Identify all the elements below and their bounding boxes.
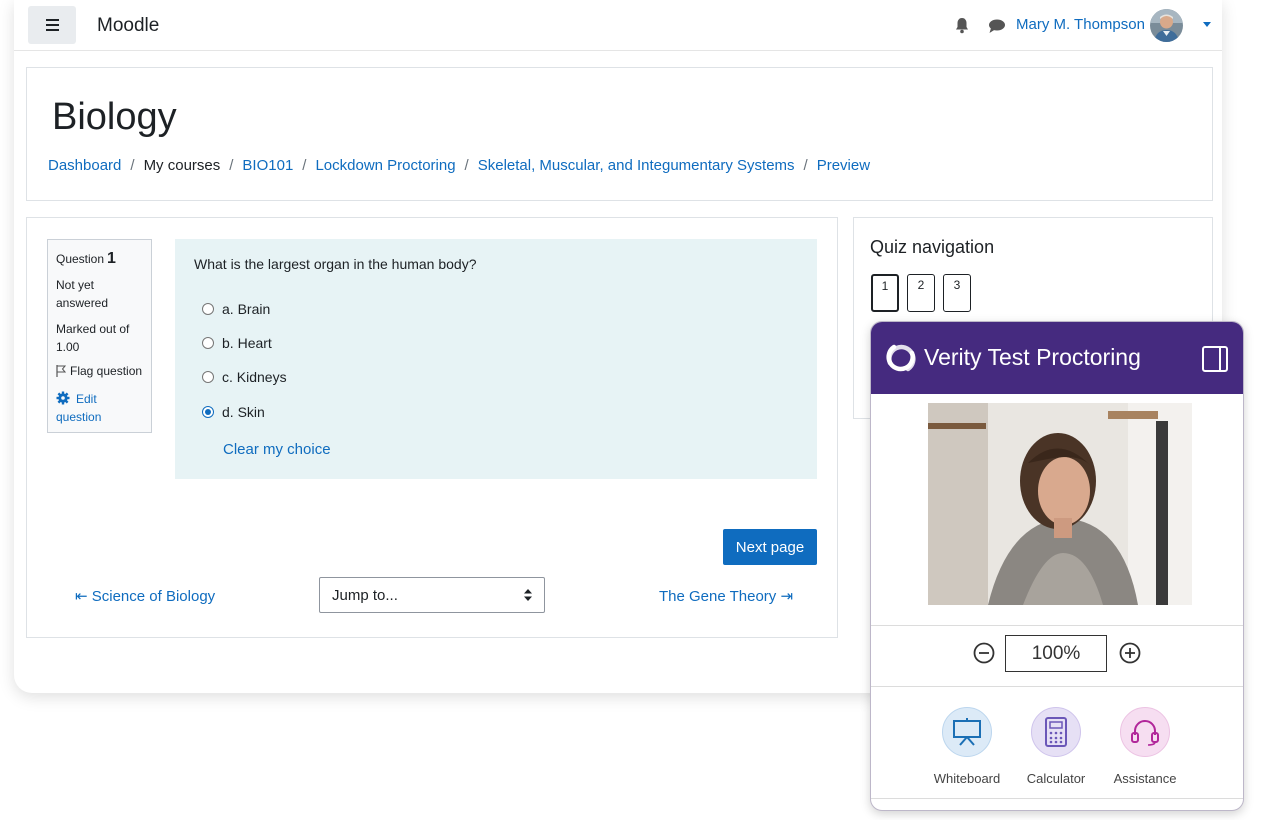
proctoring-title: Verity Test Proctoring	[924, 344, 1141, 370]
user-menu-caret-icon[interactable]	[1203, 22, 1211, 27]
divider	[871, 625, 1243, 626]
radio-button[interactable]	[202, 371, 214, 383]
calculator-icon	[1031, 707, 1081, 757]
assistance-label: Assistance	[1113, 771, 1177, 786]
divider	[871, 798, 1243, 799]
page-header: Biology Dashboard / My courses / BIO101 / Lock…	[26, 67, 1213, 201]
flag-question-label: Flag question	[70, 364, 143, 378]
quiz-question-region: Question 1 Not yet answered Marked out of…	[26, 217, 838, 638]
whiteboard-label: Whiteboard	[933, 771, 1001, 786]
option-label: Heart	[237, 335, 272, 351]
radio-button-selected[interactable]	[202, 406, 214, 418]
question-info-panel: Question 1 Not yet answered Marked out of…	[47, 239, 152, 433]
calculator-label: Calculator	[1026, 771, 1086, 786]
select-arrows-icon	[524, 589, 532, 601]
verity-logo-icon	[886, 344, 916, 372]
site-brand[interactable]: Moodle	[97, 15, 159, 37]
chat-icon[interactable]	[988, 18, 1006, 34]
option-label: Skin	[237, 404, 265, 420]
option-letter: d.	[222, 404, 234, 420]
edit-question-link[interactable]: Edit question	[56, 390, 136, 426]
breadcrumb-separator: /	[803, 157, 808, 174]
next-activity-label: The Gene Theory	[659, 588, 777, 605]
breadcrumb: Dashboard / My courses / BIO101 / Lockdown Pro…	[48, 157, 870, 174]
clear-choice-link[interactable]: Clear my choice	[223, 441, 331, 458]
zoom-in-icon[interactable]	[1119, 642, 1141, 664]
page-title: Biology	[52, 96, 177, 138]
zoom-level-field[interactable]: 100%	[1005, 635, 1107, 672]
calculator-tool-button[interactable]: Calculator	[1016, 707, 1096, 786]
question-state: Not yet answered	[56, 278, 109, 310]
headset-icon	[1120, 707, 1170, 757]
hamburger-icon	[45, 24, 59, 26]
answer-option-c[interactable]: c. Kidneys	[202, 369, 287, 385]
breadcrumb-quiz[interactable]: Skeletal, Muscular, and Integumentary Sy…	[478, 157, 795, 174]
breadcrumb-separator: /	[302, 157, 307, 174]
answer-option-d[interactable]: d. Skin	[202, 404, 265, 420]
radio-button[interactable]	[202, 303, 214, 315]
user-name-link[interactable]: Mary M. Thompson	[1016, 16, 1145, 33]
panel-toggle-icon[interactable]	[1202, 346, 1228, 372]
breadcrumb-section[interactable]: Lockdown Proctoring	[315, 157, 455, 174]
option-label: Brain	[237, 301, 271, 317]
flag-question-toggle[interactable]: Flag question	[56, 364, 142, 378]
breadcrumb-dashboard[interactable]: Dashboard	[48, 157, 121, 174]
top-navbar: Moodle Mary M. Thompson	[14, 0, 1222, 51]
webcam-feed-image	[928, 403, 1192, 605]
radio-button[interactable]	[202, 337, 214, 349]
question-grade: Marked out of 1.00	[56, 322, 130, 354]
proctoring-header: Verity Test Proctoring	[871, 322, 1243, 394]
assistance-tool-button[interactable]: Assistance	[1105, 707, 1185, 786]
question-content: What is the largest organ in the human b…	[175, 239, 817, 479]
quiz-nav-question-2[interactable]: 2	[907, 274, 935, 312]
breadcrumb-course[interactable]: BIO101	[242, 157, 293, 174]
previous-activity-label: Science of Biology	[91, 588, 216, 605]
answer-option-a[interactable]: a. Brain	[202, 301, 270, 317]
breadcrumb-preview[interactable]: Preview	[817, 157, 870, 174]
bell-icon[interactable]	[954, 17, 970, 34]
option-label: Kidneys	[236, 369, 287, 385]
question-text: What is the largest organ in the human b…	[194, 256, 477, 272]
jump-to-select[interactable]: Jump to...	[319, 577, 545, 613]
jump-to-value: Jump to...	[332, 587, 398, 604]
quiz-navigation-title: Quiz navigation	[870, 237, 995, 257]
avatar[interactable]	[1150, 9, 1183, 42]
zoom-out-icon[interactable]	[973, 642, 995, 664]
flag-icon	[56, 365, 67, 377]
breadcrumb-separator: /	[130, 157, 135, 174]
whiteboard-tool-button[interactable]: Whiteboard	[927, 707, 1007, 786]
question-number: Question 1	[56, 250, 116, 268]
arrow-right-icon: ⇥	[780, 588, 794, 605]
menu-toggle-button[interactable]	[28, 6, 76, 44]
breadcrumb-separator: /	[229, 157, 234, 174]
arrow-left-icon: ⇤	[75, 588, 88, 605]
breadcrumb-my-courses: My courses	[143, 157, 221, 174]
question-number-value: 1	[107, 250, 116, 267]
next-page-button[interactable]: Next page	[723, 529, 817, 565]
option-letter: b.	[222, 335, 234, 351]
next-activity-link[interactable]: The Gene Theory ⇥	[659, 587, 793, 605]
option-letter: a.	[222, 301, 234, 317]
previous-activity-link[interactable]: ⇤ Science of Biology	[75, 587, 215, 605]
whiteboard-icon	[942, 707, 992, 757]
option-letter: c.	[222, 369, 233, 385]
question-label: Question	[56, 252, 105, 266]
divider	[871, 686, 1243, 687]
quiz-nav-question-3[interactable]: 3	[943, 274, 971, 312]
proctoring-panel: Verity Test Proctoring 100% Whiteboard C…	[870, 321, 1244, 811]
breadcrumb-separator: /	[464, 157, 469, 174]
quiz-nav-question-1[interactable]: 1	[871, 274, 899, 312]
answer-option-b[interactable]: b. Heart	[202, 335, 272, 351]
gear-icon	[56, 391, 70, 405]
